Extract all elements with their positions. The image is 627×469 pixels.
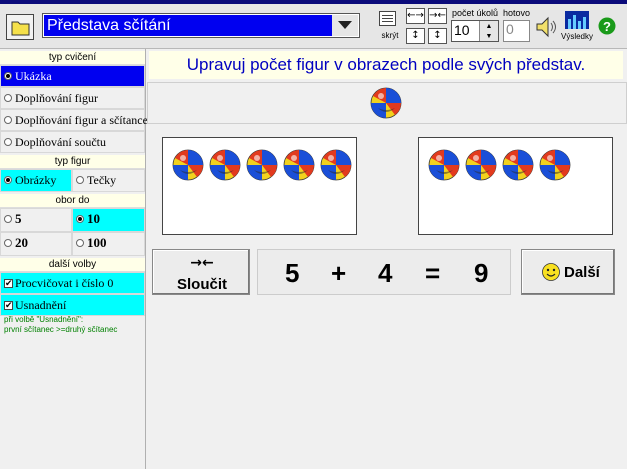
left-figure-box[interactable] xyxy=(162,137,357,235)
option-doplnovani-souctu[interactable]: Doplňování součtu xyxy=(0,131,145,153)
option-label: Procvičovat i číslo 0 xyxy=(15,276,114,290)
more-options-header: další volby xyxy=(0,258,145,272)
option-label: Doplňování součtu xyxy=(15,135,106,149)
option-label: Ukázka xyxy=(15,69,52,83)
option-doplnovani-figur-a-scitance[interactable]: Doplňování figur a sčítance xyxy=(0,109,148,131)
exercise-select[interactable]: Představa sčítání xyxy=(42,13,360,38)
sum-value: 9 xyxy=(474,258,489,288)
checkbox-icon: ✔ xyxy=(4,300,13,310)
radio-icon xyxy=(4,215,12,223)
checkbox-practice-zero[interactable]: ✔ Procvičovat i číslo 0 xyxy=(0,272,145,294)
radio-icon xyxy=(76,176,84,184)
ball-icon xyxy=(501,148,535,182)
results-button[interactable]: Výsledky xyxy=(560,9,593,43)
ball-icon xyxy=(245,148,279,182)
widen-vertical-button[interactable]: ↕ xyxy=(406,28,425,44)
spin-up-button[interactable]: ▲ xyxy=(479,21,498,31)
ball-icon xyxy=(427,148,461,182)
equals-sign: = xyxy=(425,258,441,288)
ball-icon xyxy=(208,148,242,182)
sample-ball-icon xyxy=(369,86,403,120)
option-range-100[interactable]: 100 xyxy=(72,232,145,256)
exercise-type-header: typ cvičení xyxy=(0,51,145,65)
range-header: obor do xyxy=(0,194,145,208)
open-folder-button[interactable] xyxy=(6,14,34,40)
radio-icon xyxy=(4,72,12,80)
option-ukazka[interactable]: Ukázka xyxy=(0,65,145,87)
figure-type-header: typ figur xyxy=(0,155,145,169)
radio-icon xyxy=(4,176,12,184)
next-label: Další xyxy=(564,264,600,281)
chart-icon xyxy=(565,11,589,29)
option-doplnovani-figur[interactable]: Doplňování figur xyxy=(0,87,145,109)
hide-label: skrýt xyxy=(381,31,399,40)
option-obrazky[interactable]: Obrázky xyxy=(0,169,72,192)
hide-button[interactable]: skrýt xyxy=(375,9,401,43)
radio-icon xyxy=(4,239,12,247)
ball-icon xyxy=(319,148,353,182)
smiley-icon xyxy=(542,263,560,281)
option-label: 20 xyxy=(15,235,28,250)
option-label: Obrázky xyxy=(15,173,57,187)
option-label: 10 xyxy=(87,211,100,226)
help-icon: ? xyxy=(598,17,616,35)
task-count-stepper[interactable]: 10 ▲ ▼ xyxy=(451,20,499,42)
next-button[interactable]: Další xyxy=(521,249,615,295)
radio-icon xyxy=(4,116,12,124)
sound-button[interactable] xyxy=(533,14,559,40)
help-button[interactable]: ? xyxy=(598,17,616,35)
svg-text:?: ? xyxy=(603,19,611,34)
ball-icon xyxy=(464,148,498,182)
radio-icon xyxy=(4,94,12,102)
chevron-down-icon xyxy=(338,21,352,29)
option-label: Tečky xyxy=(87,173,117,187)
exercise-select-value: Představa sčítání xyxy=(44,15,332,36)
option-tecky[interactable]: Tečky xyxy=(72,169,145,192)
done-label: hotovo xyxy=(503,8,531,18)
merge-label: Sloučit xyxy=(176,276,227,293)
narrow-horizontal-button[interactable]: →← xyxy=(428,8,447,24)
option-range-5[interactable]: 5 xyxy=(0,208,72,232)
folder-icon xyxy=(11,21,30,36)
option-label: Doplňování figur xyxy=(15,91,98,105)
merge-arrows-icon: →← xyxy=(190,255,214,271)
option-label: 100 xyxy=(87,235,107,250)
done-value: 0 xyxy=(503,20,530,42)
settings-panel: typ cvičení Ukázka Doplňování figur Dopl… xyxy=(0,49,148,469)
radio-icon xyxy=(76,215,84,223)
radio-icon xyxy=(4,138,12,146)
option-label: Usnadnění xyxy=(15,298,67,312)
option-label: Doplňování figur a sčítance xyxy=(15,113,148,127)
instruction-text: Upravuj počet figur v obrazech podle svý… xyxy=(149,51,623,79)
merge-button[interactable]: →← Sloučit xyxy=(152,249,250,295)
option-range-10[interactable]: 10 xyxy=(72,208,145,232)
simplify-note: při volbě "Usnadnění": první sčítanec >=… xyxy=(4,315,144,335)
spin-down-button[interactable]: ▼ xyxy=(479,31,498,41)
ball-icon xyxy=(171,148,205,182)
addend-b: 4 xyxy=(378,258,393,288)
checkbox-icon: ✔ xyxy=(4,278,13,288)
equation: 5 + 4 = 9 xyxy=(257,249,511,295)
task-count-label: počet úkolů xyxy=(452,8,499,18)
list-icon xyxy=(379,11,396,26)
widen-horizontal-button[interactable]: ←→ xyxy=(406,8,425,24)
results-label: Výsledky xyxy=(560,32,593,41)
right-figure-box[interactable] xyxy=(418,137,613,235)
narrow-vertical-button[interactable]: ↕ xyxy=(428,28,447,44)
note-line-1: při volbě "Usnadnění": xyxy=(4,315,84,324)
option-range-20[interactable]: 20 xyxy=(0,232,72,256)
ball-icon xyxy=(538,148,572,182)
checkbox-simplify[interactable]: ✔ Usnadnění xyxy=(0,294,145,316)
dropdown-button[interactable] xyxy=(332,15,358,36)
plus-sign: + xyxy=(331,258,347,288)
speaker-icon xyxy=(536,16,556,38)
toolbar: Představa sčítání skrýt ←→ →← ↕ ↕ počet … xyxy=(0,0,627,49)
task-count-value: 10 xyxy=(454,22,470,38)
note-line-2: první sčítanec >=druhý sčítanec xyxy=(4,325,118,334)
ball-icon xyxy=(282,148,316,182)
addend-a: 5 xyxy=(285,258,300,288)
exercise-area: Upravuj počet figur v obrazech podle svý… xyxy=(147,49,627,469)
radio-icon xyxy=(76,239,84,247)
option-label: 5 xyxy=(15,211,22,226)
